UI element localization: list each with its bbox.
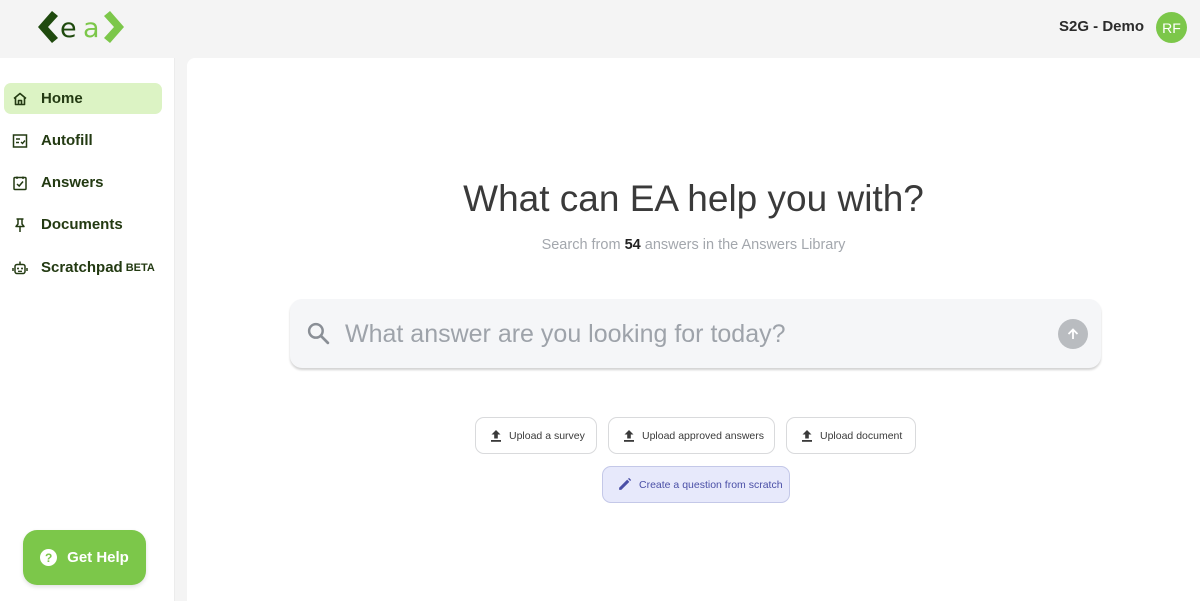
sidebar-item-label: Documents	[41, 216, 123, 233]
svg-text:e: e	[60, 13, 77, 44]
page-title: What can EA help you with?	[463, 178, 924, 219]
ea-logo[interactable]: e a	[36, 9, 132, 45]
sidebar-item-label: Scratchpad	[41, 259, 123, 276]
workspace-name[interactable]: S2G - Demo	[1059, 18, 1144, 35]
checkbox-icon	[13, 176, 27, 190]
home-icon	[13, 92, 27, 105]
checklist-icon	[12, 133, 28, 148]
search-input[interactable]	[345, 315, 1035, 353]
pin-icon	[15, 217, 25, 232]
sidebar-item-answers[interactable]: Answers	[4, 167, 162, 198]
upload-icon	[802, 430, 812, 442]
beta-badge: BETA	[125, 261, 155, 274]
search-box	[290, 299, 1101, 368]
sidebar-item-autofill[interactable]: Autofill	[4, 125, 162, 156]
robot-icon	[12, 261, 28, 274]
sidebar-item-label: Home	[41, 90, 83, 107]
search-icon	[307, 322, 330, 345]
sidebar-item-label: Answers	[41, 174, 104, 191]
library-summary: Search from 54 answers in the Answers Li…	[187, 237, 1200, 253]
svg-text:a: a	[83, 13, 100, 44]
search-submit-button[interactable]	[1058, 319, 1088, 349]
summary-prefix: Search from	[541, 237, 621, 253]
sidebar-item-label: Autofill	[41, 132, 93, 149]
sidebar-item-scratchpad[interactable]: Scratchpad BETA	[4, 252, 162, 283]
upload-survey-label: Upload a survey	[509, 429, 585, 442]
main-panel: What can EA help you with? Search from 5…	[187, 58, 1200, 601]
upload-document-label: Upload document	[820, 429, 903, 442]
sidebar: Home Autofill Answers Documents Scratchp…	[0, 58, 175, 601]
upload-icon	[491, 430, 501, 442]
top-bar: e a S2G - Demo RF	[0, 0, 1200, 58]
get-help-label: Get Help	[67, 549, 129, 566]
upload-icon	[624, 430, 634, 442]
create-question-button[interactable]: Create a question from scratch	[602, 466, 790, 503]
upload-survey-button[interactable]: Upload a survey	[475, 417, 597, 454]
upload-approved-answers-label: Upload approved answers	[642, 429, 764, 442]
sidebar-item-home[interactable]: Home	[4, 83, 162, 114]
arrow-up-icon	[1067, 328, 1079, 339]
get-help-button[interactable]: ? Get Help	[23, 530, 146, 585]
pencil-icon	[619, 477, 632, 490]
help-icon: ?	[40, 549, 58, 566]
upload-document-button[interactable]: Upload document	[786, 417, 916, 454]
avatar[interactable]: RF	[1156, 12, 1187, 43]
sidebar-item-documents[interactable]: Documents	[4, 209, 162, 240]
summary-suffix: answers in the Answers Library	[644, 237, 846, 253]
answer-count: 54	[624, 237, 641, 253]
upload-approved-answers-button[interactable]: Upload approved answers	[608, 417, 775, 454]
create-question-label: Create a question from scratch	[639, 478, 783, 491]
